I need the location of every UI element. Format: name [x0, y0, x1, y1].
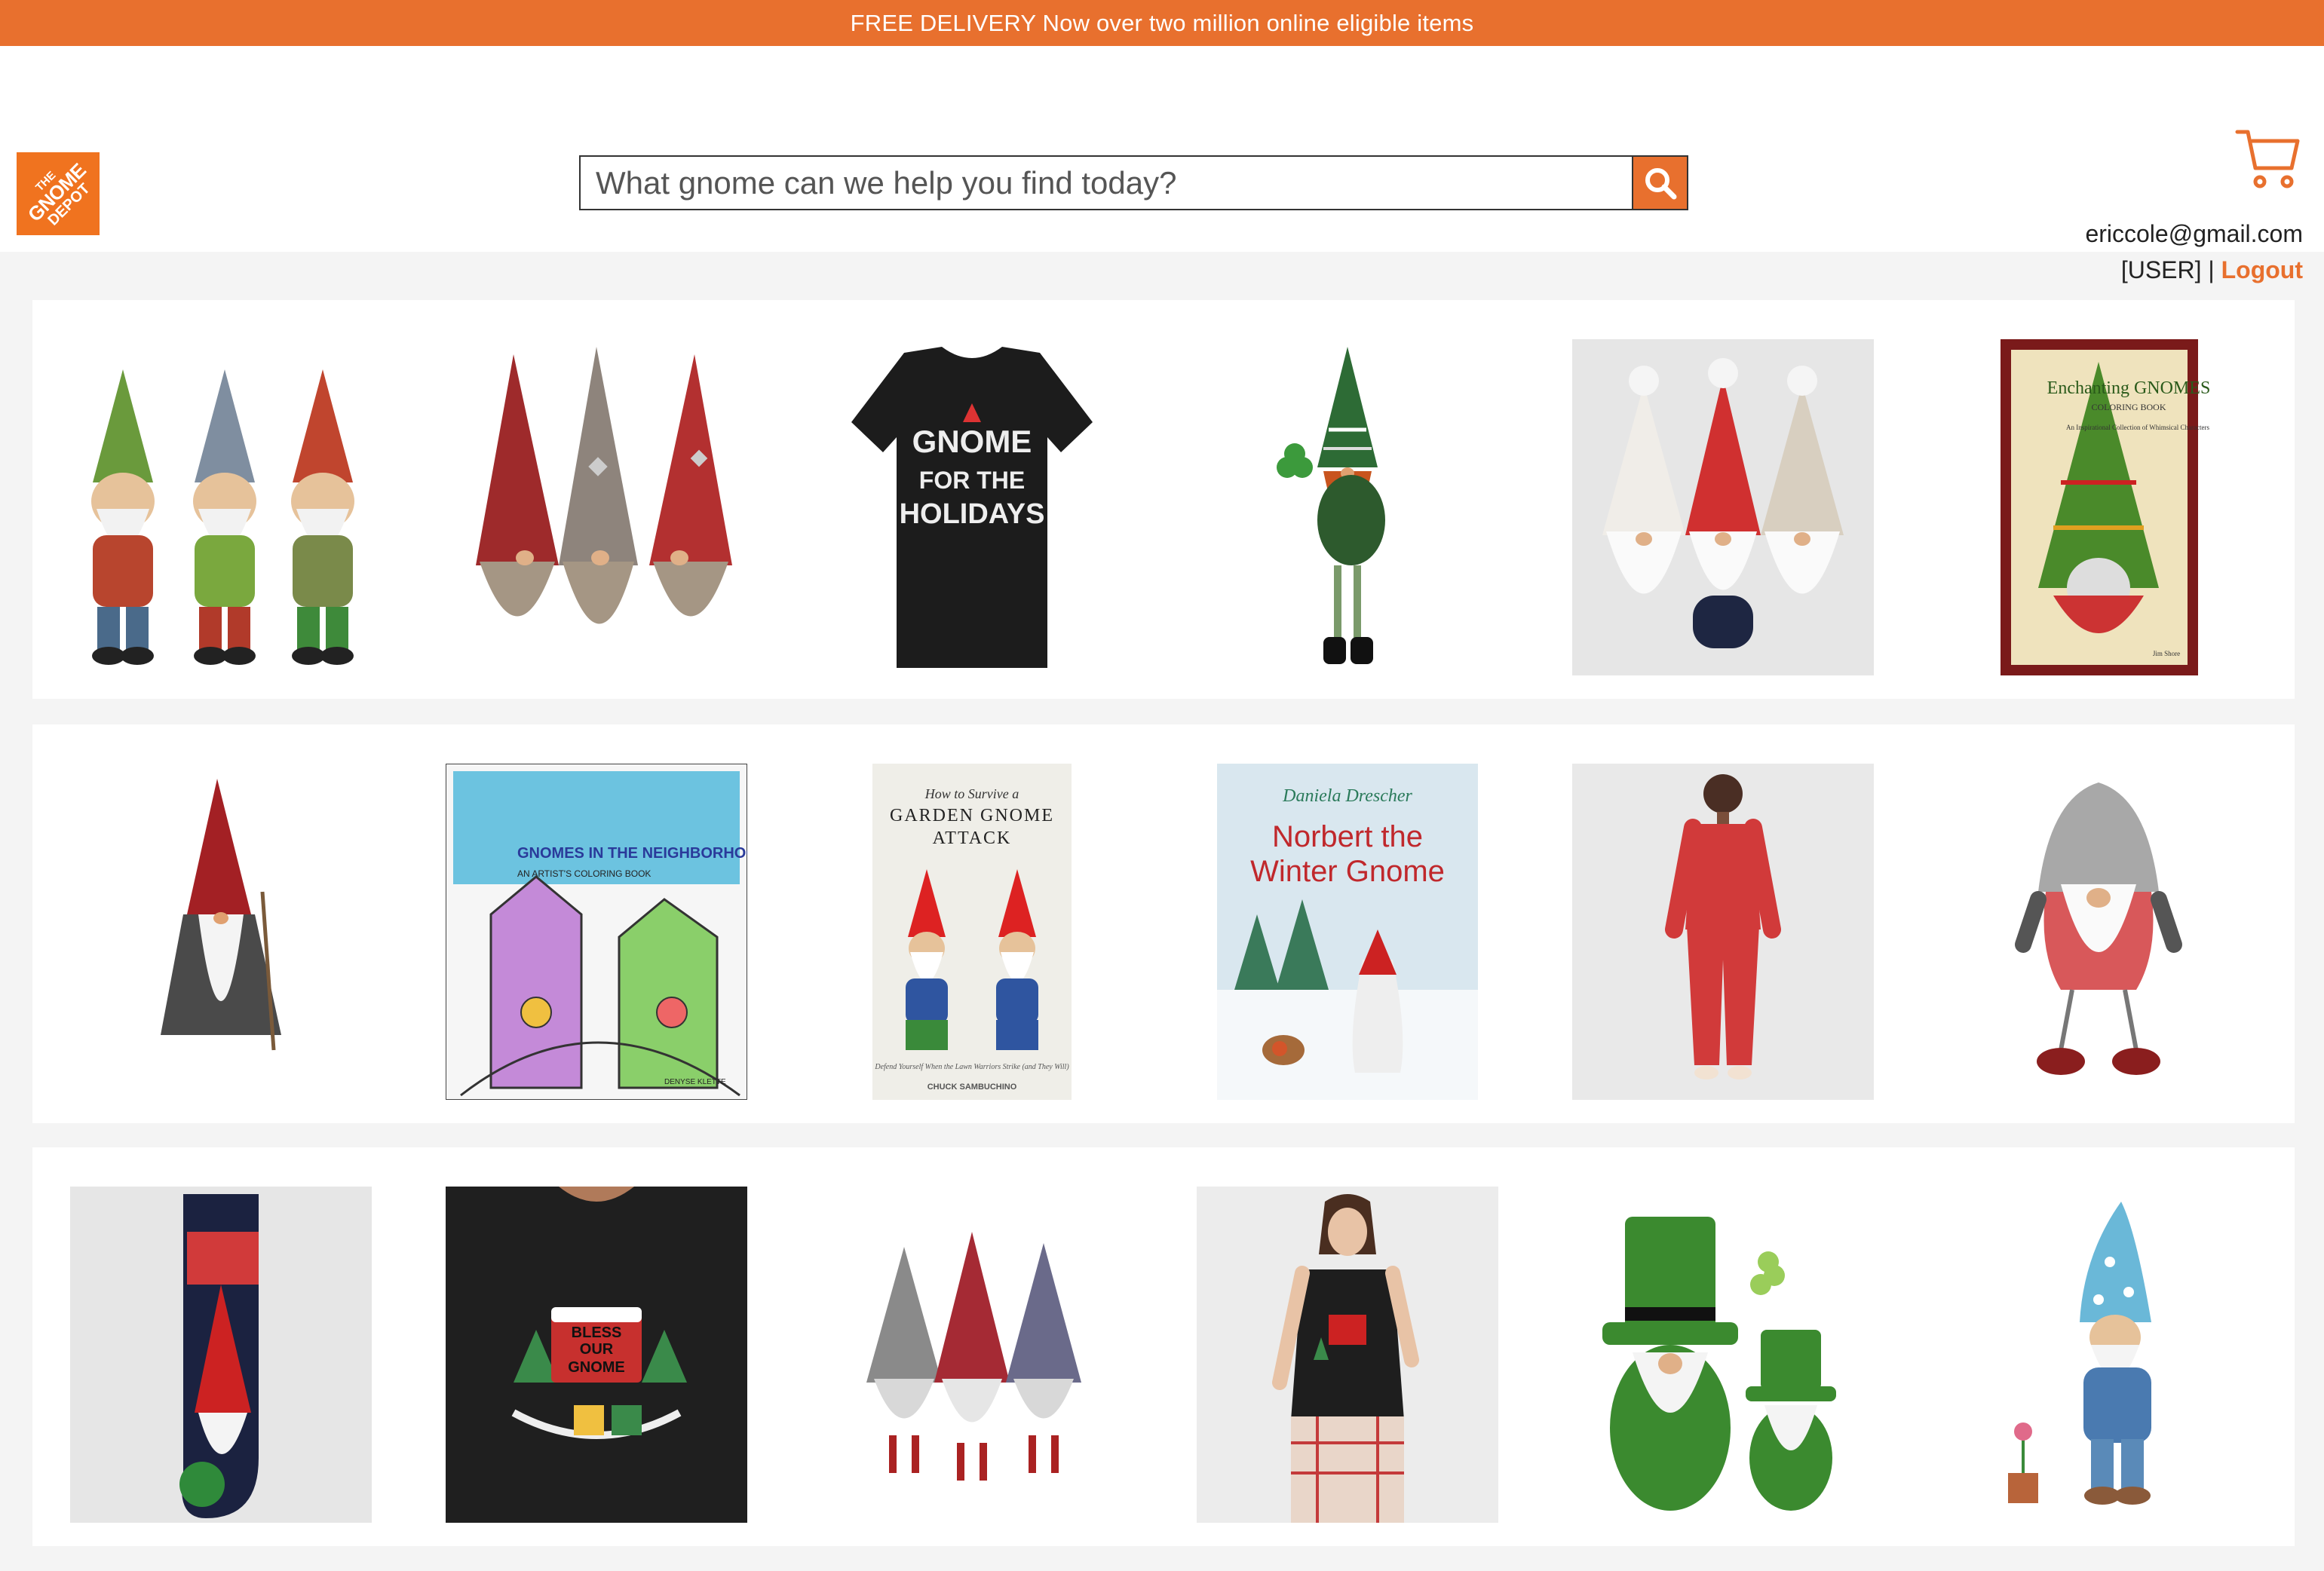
- product-image-holidays-tee: GNOME FOR THE HOLIDAYS: [851, 347, 1093, 668]
- product-card[interactable]: [821, 1187, 1123, 1523]
- book-author: Jim Shore: [2153, 650, 2180, 657]
- user-email: ericcole@gmail.com: [2085, 220, 2303, 247]
- book-subtitle: COLORING BOOK: [2092, 402, 2166, 412]
- book-line2: GARDEN GNOME: [890, 806, 1054, 825]
- product-card[interactable]: [446, 339, 747, 675]
- product-row-3: BLESS OUR GNOME: [32, 1147, 2295, 1546]
- product-card[interactable]: [70, 1187, 372, 1523]
- book-tagline: An Inspirational Collection of Whimsical…: [2066, 424, 2210, 431]
- search-bar: [579, 155, 1688, 210]
- product-image-plush-gnome-trio: [866, 1232, 1081, 1481]
- cart-button[interactable]: [2234, 126, 2301, 191]
- book-line3: ATTACK: [933, 828, 1012, 848]
- separator: |: [2208, 256, 2215, 283]
- product-image-three-wise-gnomes: [91, 369, 354, 665]
- tee-print-line2: OUR: [580, 1341, 614, 1358]
- product-card[interactable]: GNOME FOR THE HOLIDAYS: [821, 339, 1123, 675]
- product-image-shamrock-gnome-statues: [1602, 1217, 1836, 1511]
- logo-text: THE GNOME DEPOT: [23, 158, 94, 229]
- user-role-line: [USER] | Logout: [2085, 252, 2303, 288]
- product-image-bless-our-gnome-tee: BLESS OUR GNOME: [446, 1187, 747, 1523]
- book-title-line2: Winter Gnome: [1250, 855, 1445, 888]
- product-card[interactable]: GNOMES IN THE NEIGHBORHOOD AN ARTIST'S C…: [446, 764, 747, 1100]
- search-button[interactable]: [1632, 155, 1688, 210]
- product-card[interactable]: [1948, 1187, 2249, 1523]
- product-card[interactable]: [1572, 339, 1874, 675]
- cart-icon: [2235, 130, 2300, 188]
- book-line1: How to Survive a: [924, 786, 1019, 801]
- product-image-survive-gnome-attack-book: How to Survive a GARDEN GNOME ATTACK Def…: [872, 764, 1072, 1100]
- product-image-womens-gnome-tee: [1272, 1194, 1419, 1523]
- site-header: THE GNOME DEPOT ericcole@gmail.com [USER…: [0, 46, 2324, 283]
- product-card[interactable]: [1197, 1187, 1498, 1523]
- product-row-1: GNOME FOR THE HOLIDAYS Enchanting GNOMES…: [32, 300, 2295, 699]
- product-image-fur-hat-gnome: [2015, 782, 2182, 1075]
- product-row-2: GNOMES IN THE NEIGHBORHOOD AN ARTIST'S C…: [32, 724, 2295, 1123]
- book-author: Daniela Drescher: [1282, 786, 1412, 806]
- tee-print-line3: HOLIDAYS: [900, 498, 1045, 530]
- tee-print-line2: FOR THE: [919, 467, 1025, 494]
- product-image-blue-hat-gnome: [2008, 1202, 2151, 1505]
- product-card[interactable]: [1572, 764, 1874, 1100]
- book-title-line1: Norbert the: [1272, 820, 1423, 853]
- product-image-plush-gnomes: [476, 347, 732, 624]
- product-image-gnome-pajamas: [1665, 774, 1781, 1079]
- search-icon: [1645, 167, 1676, 199]
- tee-print-line3: GNOME: [568, 1359, 625, 1376]
- product-image-norbert-book: Daniela Drescher Norbert the Winter Gnom…: [1217, 764, 1478, 1100]
- product-card[interactable]: [1572, 1187, 1874, 1523]
- product-image-gnome-socks: [179, 1194, 259, 1518]
- product-card[interactable]: [70, 764, 372, 1100]
- product-card[interactable]: Enchanting GNOMES COLORING BOOK An Inspi…: [1948, 339, 2249, 675]
- book-tagline: Defend Yourself When the Lawn Warriors S…: [874, 1063, 1069, 1071]
- tee-print-line1: BLESS: [572, 1324, 622, 1341]
- product-image-enchanting-gnomes-book: Enchanting GNOMES COLORING BOOK An Inspi…: [2001, 339, 2211, 675]
- product-image-neighborhood-book: GNOMES IN THE NEIGHBORHOOD AN ARTIST'S C…: [446, 764, 747, 1100]
- book-author: DENYSE KLETTE: [664, 1078, 726, 1086]
- product-card[interactable]: Daniela Drescher Norbert the Winter Gnom…: [1197, 764, 1498, 1100]
- product-card[interactable]: BLESS OUR GNOME: [446, 1187, 747, 1523]
- tee-print-line1: GNOME: [912, 424, 1032, 459]
- product-image-wizard-gnome: [161, 779, 281, 1051]
- promo-banner-text: FREE DELIVERY Now over two million onlin…: [850, 9, 1474, 36]
- search-input[interactable]: [579, 155, 1632, 210]
- logout-link[interactable]: Logout: [2221, 256, 2303, 283]
- product-card[interactable]: [1197, 339, 1498, 675]
- product-card[interactable]: [70, 339, 372, 675]
- user-info: ericcole@gmail.com [USER] | Logout: [2085, 216, 2303, 288]
- product-image-shamrock-gnome: [1277, 347, 1385, 664]
- product-card[interactable]: [1948, 764, 2249, 1100]
- book-author: CHUCK SAMBUCHINO: [927, 1083, 1017, 1092]
- product-image-knit-gnomes: [1602, 358, 1844, 648]
- product-card[interactable]: How to Survive a GARDEN GNOME ATTACK Def…: [821, 764, 1123, 1100]
- book-title: GNOMES IN THE NEIGHBORHOOD: [517, 845, 747, 862]
- book-title: Enchanting GNOMES: [2047, 378, 2211, 398]
- promo-banner: FREE DELIVERY Now over two million onlin…: [0, 0, 2324, 46]
- user-role: [USER]: [2120, 256, 2202, 283]
- book-subtitle: AN ARTIST'S COLORING BOOK: [517, 868, 651, 879]
- gnome-depot-logo[interactable]: THE GNOME DEPOT: [17, 152, 100, 235]
